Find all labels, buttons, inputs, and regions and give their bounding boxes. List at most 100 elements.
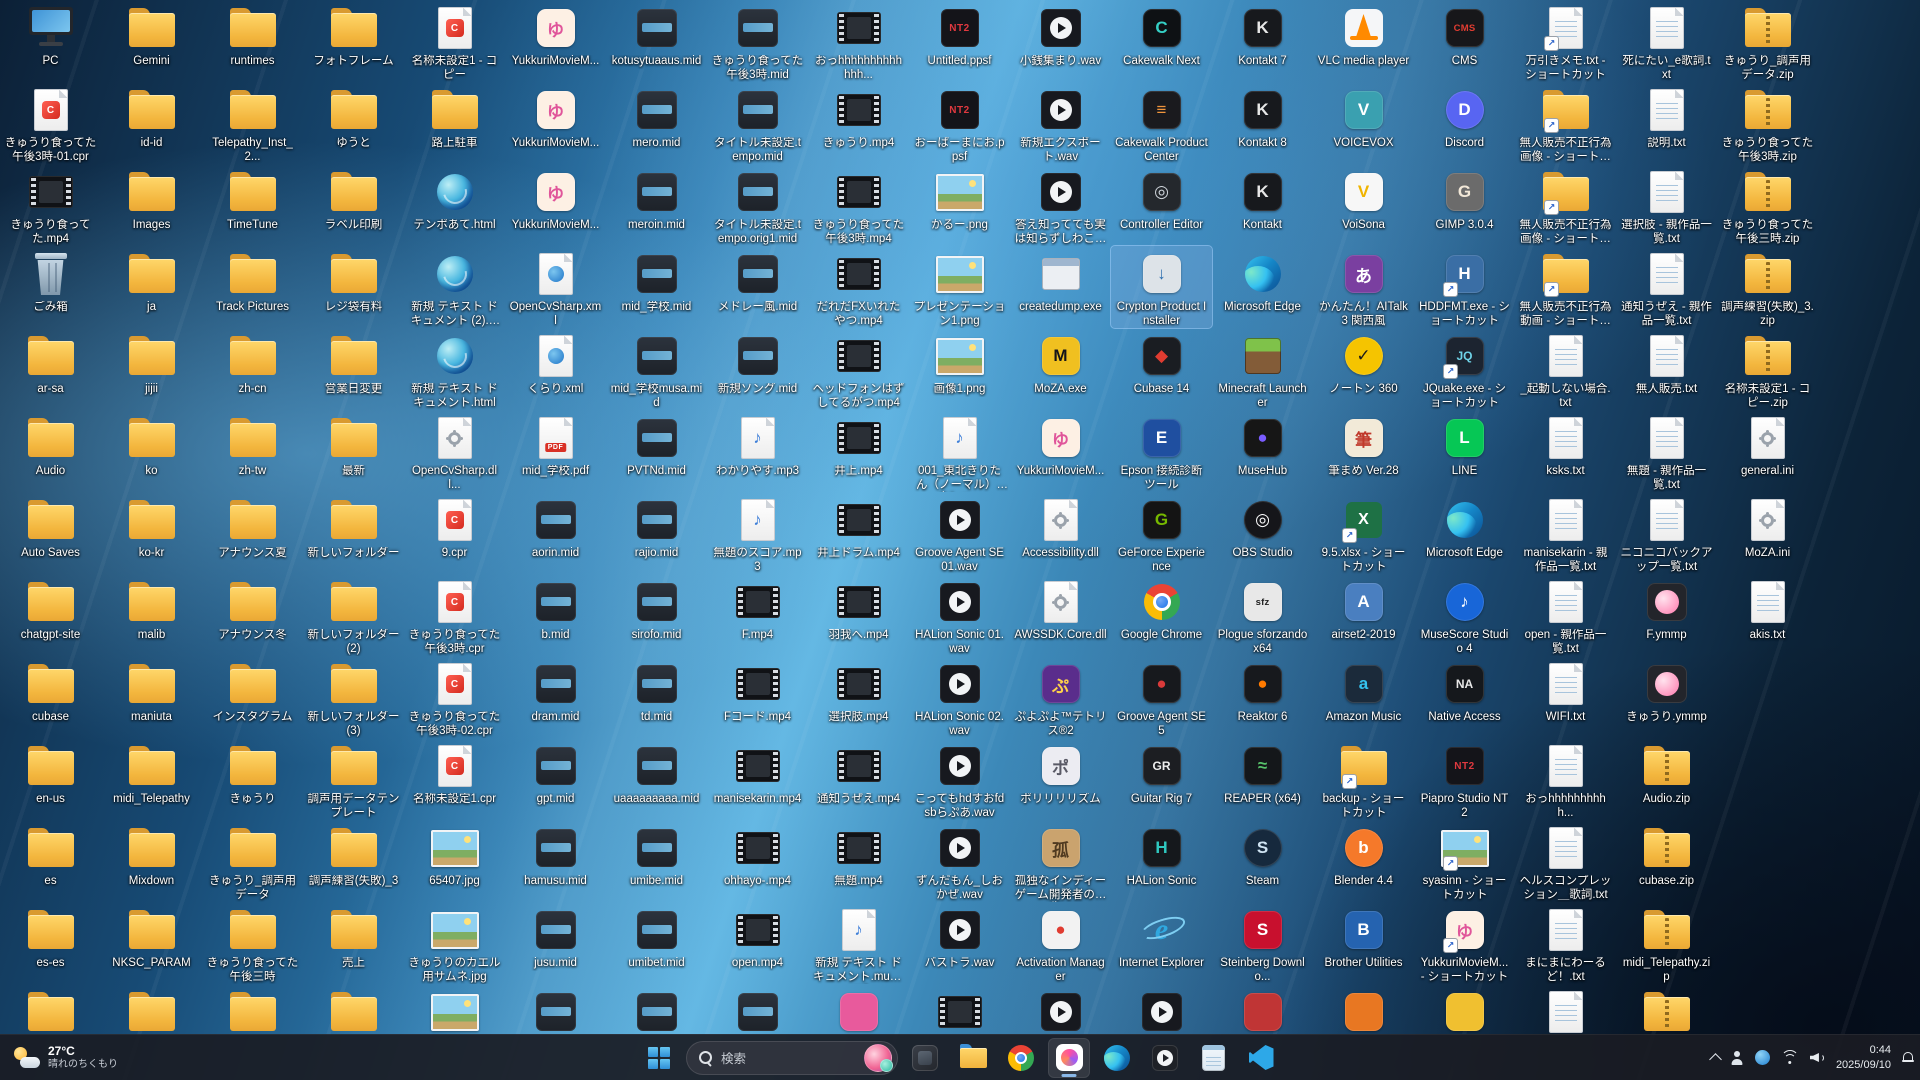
desktop-icon[interactable] bbox=[1111, 984, 1212, 1035]
desktop-icon[interactable]: sfz Plogue sforzando x64 bbox=[1212, 574, 1313, 656]
desktop-icon[interactable]: NA Native Access bbox=[1414, 656, 1515, 738]
desktop-icon[interactable]: アナウンス夏 bbox=[202, 492, 303, 574]
desktop-icon[interactable]: aorin.mid bbox=[505, 492, 606, 574]
desktop-icon[interactable]: Audio.zip bbox=[1616, 738, 1717, 820]
desktop-icon[interactable]: だれだFXいれたやつ.mp4 bbox=[808, 246, 909, 328]
desktop-icon[interactable]: ar-sa bbox=[0, 328, 101, 410]
desktop-icon[interactable]: HALion Sonic 02.wav bbox=[909, 656, 1010, 738]
desktop-icon[interactable]: ↗ 無人販売不正行為画像 - ショートカッ... bbox=[1515, 82, 1616, 164]
desktop-icon[interactable]: ko-kr bbox=[101, 492, 202, 574]
desktop-icon[interactable]: タイトル未設定.tempo.mid bbox=[707, 82, 808, 164]
desktop-icon[interactable]: フォトフレーム bbox=[303, 0, 404, 82]
desktop-icon[interactable]: dram.mid bbox=[505, 656, 606, 738]
desktop-icon[interactable]: ゆ YukkuriMovieM... bbox=[1010, 410, 1111, 492]
desktop-icon[interactable]: C きゅうり食ってた午後3時-01.cpr bbox=[0, 82, 101, 164]
desktop-icon[interactable]: Audio bbox=[0, 410, 101, 492]
desktop-icon[interactable]: V VoiSona bbox=[1313, 164, 1414, 246]
desktop-icon[interactable]: ぷぷよぷよ™テトリス®2 bbox=[1010, 656, 1111, 738]
desktop-icon[interactable]: Microsoft Edge bbox=[1414, 492, 1515, 574]
desktop-icon[interactable]: ヘルスコンプレッション＿歌詞.txt bbox=[1515, 820, 1616, 902]
desktop-icon[interactable]: hamusu.mid bbox=[505, 820, 606, 902]
desktop-icon[interactable]: open - 親作品一覧.txt bbox=[1515, 574, 1616, 656]
desktop-icon[interactable]: 無題.mp4 bbox=[808, 820, 909, 902]
desktop-icon[interactable]: ko bbox=[101, 410, 202, 492]
desktop-icon[interactable]: open.mp4 bbox=[707, 902, 808, 984]
desktop-icon[interactable]: D Discord bbox=[1414, 82, 1515, 164]
desktop-icon[interactable]: V VOICEVOX bbox=[1313, 82, 1414, 164]
desktop-icon[interactable]: 最新 bbox=[303, 410, 404, 492]
desktop-icon[interactable]: AWSSDK.Core.dll bbox=[1010, 574, 1111, 656]
desktop-icon[interactable]: _起動しない場合.txt bbox=[1515, 328, 1616, 410]
desktop-icon[interactable]: きゅうり食ってた.mp4 bbox=[0, 164, 101, 246]
desktop-icon[interactable]: ↗ syasinn - ショートカット bbox=[1414, 820, 1515, 902]
desktop-icon[interactable]: midi_Telepathy.zip bbox=[1616, 902, 1717, 984]
desktop-icon[interactable]: M MoZA.exe bbox=[1010, 328, 1111, 410]
desktop-icon[interactable]: B Brother Utilities bbox=[1313, 902, 1414, 984]
desktop-icon[interactable]: きゅうり食ってた午後三時.zip bbox=[1717, 164, 1818, 246]
desktop-icon[interactable] bbox=[101, 984, 202, 1035]
taskbar-photos-button[interactable] bbox=[904, 1038, 946, 1078]
desktop-icon[interactable]: 新しいフォルダー (3) bbox=[303, 656, 404, 738]
desktop-icon[interactable]: mid_学校musa.mid bbox=[606, 328, 707, 410]
desktop-icon[interactable]: L LINE bbox=[1414, 410, 1515, 492]
desktop-icon[interactable]: zh-cn bbox=[202, 328, 303, 410]
desktop-icon[interactable]: ksks.txt bbox=[1515, 410, 1616, 492]
desktop-icon[interactable]: ◎ OBS Studio bbox=[1212, 492, 1313, 574]
desktop-icon[interactable]: 新しいフォルダー (2) bbox=[303, 574, 404, 656]
desktop-icon[interactable]: C 名称未設定1 - コピー bbox=[404, 0, 505, 82]
desktop-icon[interactable]: OpenCvSharp.dll... bbox=[404, 410, 505, 492]
desktop-icon[interactable]: ゆ YukkuriMovieM... bbox=[505, 82, 606, 164]
desktop-icon[interactable]: id-id bbox=[101, 82, 202, 164]
desktop-icon[interactable]: こってもhdすおfdsbらぷあ.wav bbox=[909, 738, 1010, 820]
desktop-icon[interactable]: バストラ.wav bbox=[909, 902, 1010, 984]
desktop-icon[interactable]: C きゅうり食ってた午後3時-02.cpr bbox=[404, 656, 505, 738]
desktop-icon[interactable]: Mixdown bbox=[101, 820, 202, 902]
desktop-icon[interactable] bbox=[404, 984, 505, 1035]
desktop-icon[interactable]: 選択肢.mp4 bbox=[808, 656, 909, 738]
desktop-icon[interactable]: Minecraft Launcher bbox=[1212, 328, 1313, 410]
desktop-icon[interactable]: きゅうり.ymmp bbox=[1616, 656, 1717, 738]
desktop-icon[interactable]: C きゅうり食ってた午後3時.cpr bbox=[404, 574, 505, 656]
desktop-icon[interactable]: JQ ↗ JQuake.exe - ショートカット bbox=[1414, 328, 1515, 410]
desktop-icon[interactable]: ニコニコバックアップ一覧.txt bbox=[1616, 492, 1717, 574]
desktop-icon[interactable]: 井上.mp4 bbox=[808, 410, 909, 492]
desktop-icon[interactable]: en-us bbox=[0, 738, 101, 820]
desktop-icon[interactable]: 新規ソング.mid bbox=[707, 328, 808, 410]
desktop-icon[interactable]: タイトル未設定.tempo.orig1.mid bbox=[707, 164, 808, 246]
desktop-icon[interactable]: ↗ 無人販売不正行為画像 - ショートカット bbox=[1515, 164, 1616, 246]
desktop-icon[interactable]: es bbox=[0, 820, 101, 902]
desktop-icon[interactable]: 新規 テキスト ドキュメント.html bbox=[404, 328, 505, 410]
desktop-icon[interactable]: PDF mid_学校.pdf bbox=[505, 410, 606, 492]
desktop-icon[interactable]: E Epson 接続診断ツール bbox=[1111, 410, 1212, 492]
desktop-icon[interactable]: レジ袋有料 bbox=[303, 246, 404, 328]
desktop-icon[interactable]: 名称未設定1 - コピー.zip bbox=[1717, 328, 1818, 410]
desktop-icon[interactable] bbox=[909, 984, 1010, 1035]
desktop-icon[interactable]: e Internet Explorer bbox=[1111, 902, 1212, 984]
desktop-icon[interactable]: ごみ箱 bbox=[0, 246, 101, 328]
desktop-icon[interactable]: VLC media player bbox=[1313, 0, 1414, 82]
desktop-icon[interactable] bbox=[505, 984, 606, 1035]
desktop-icon[interactable]: NKSC_PARAM bbox=[101, 902, 202, 984]
desktop-icon[interactable]: ポポリリリリズム bbox=[1010, 738, 1111, 820]
desktop-icon[interactable]: かるー.png bbox=[909, 164, 1010, 246]
desktop-icon[interactable]: td.mid bbox=[606, 656, 707, 738]
desktop-icon[interactable]: ゆ YukkuriMovieM... bbox=[505, 164, 606, 246]
desktop-icon[interactable]: ≡ Cakewalk Product Center bbox=[1111, 82, 1212, 164]
desktop-icon[interactable]: ゆ YukkuriMovieM... bbox=[505, 0, 606, 82]
desktop-icon[interactable] bbox=[1313, 984, 1414, 1035]
desktop-icon[interactable]: NT2 Untitled.ppsf bbox=[909, 0, 1010, 82]
desktop-icon[interactable]: 選択肢 - 親作品一覧.txt bbox=[1616, 164, 1717, 246]
start-button[interactable] bbox=[638, 1038, 680, 1078]
desktop-icon[interactable]: ● Activation Manager bbox=[1010, 902, 1111, 984]
desktop-icon[interactable]: きゅうり食ってた午後3時.zip bbox=[1717, 82, 1818, 164]
desktop-icon[interactable] bbox=[303, 984, 404, 1035]
desktop-icon[interactable] bbox=[1010, 984, 1111, 1035]
desktop-icon[interactable]: WIFI.txt bbox=[1515, 656, 1616, 738]
desktop-icon[interactable]: X ↗ 9.5.xlsx - ショートカット bbox=[1313, 492, 1414, 574]
desktop-icon[interactable]: Google Chrome bbox=[1111, 574, 1212, 656]
desktop-icon[interactable]: F.mp4 bbox=[707, 574, 808, 656]
desktop-icon[interactable]: rajio.mid bbox=[606, 492, 707, 574]
desktop-icon[interactable]: MoZA.ini bbox=[1717, 492, 1818, 574]
desktop-icon[interactable]: 調声練習(失敗)_3.zip bbox=[1717, 246, 1818, 328]
desktop-icon[interactable]: b Blender 4.4 bbox=[1313, 820, 1414, 902]
